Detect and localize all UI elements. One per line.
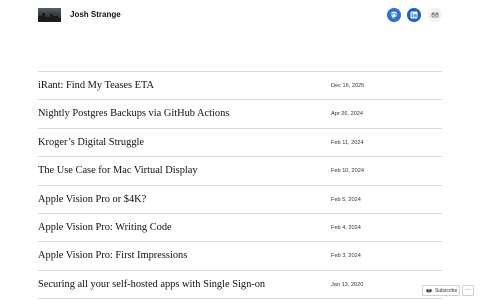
mail-link[interactable] xyxy=(428,8,442,22)
reader-icon xyxy=(426,289,432,293)
post-date: Jan 13, 2020 xyxy=(331,281,364,288)
post-title-link[interactable]: iRant: Find My Teases ETA xyxy=(38,79,154,93)
post-row: iRant: Find My Teases ETA Dec 16, 2025 xyxy=(38,72,442,101)
post-title-link[interactable]: Apple Vision Pro: First Impressions xyxy=(38,249,187,263)
post-date: Feb 3, 2024 xyxy=(331,253,361,260)
site-header: Josh Strange xyxy=(0,0,480,32)
more-options-button[interactable]: ··· xyxy=(462,285,474,296)
mastodon-link[interactable] xyxy=(387,8,401,22)
post-title-link[interactable]: Securing all your self-hosted apps with … xyxy=(38,278,265,292)
site-logo-image[interactable] xyxy=(38,8,61,22)
post-title-link[interactable]: The Use Case for Mac Virtual Display xyxy=(38,164,198,178)
post-row: The Use Case for Mac Virtual Display Feb… xyxy=(38,157,442,186)
post-row: Apple Vision Pro: Writing Code Feb 4, 20… xyxy=(38,214,442,243)
linkedin-link[interactable] xyxy=(407,8,421,22)
post-date: Dec 16, 2025 xyxy=(331,83,365,89)
post-title-link[interactable]: Kroger’s Digital Struggle xyxy=(38,136,144,150)
post-row: Nightly Postgres Backups via GitHub Acti… xyxy=(38,100,442,129)
subscribe-button[interactable]: Subscribe xyxy=(422,285,460,296)
post-date: Feb 11, 2024 xyxy=(331,139,364,146)
site-title[interactable]: Josh Strange xyxy=(70,9,121,21)
post-date: Feb 5, 2024 xyxy=(331,196,361,203)
post-date: Feb 10, 2024 xyxy=(331,168,364,175)
post-title-link[interactable]: Apple Vision Pro or $4K? xyxy=(38,193,146,207)
post-title-link[interactable]: Apple Vision Pro: Writing Code xyxy=(38,221,172,235)
mail-icon xyxy=(431,12,439,18)
post-title-link[interactable]: Nightly Postgres Backups via GitHub Acti… xyxy=(38,107,229,121)
post-date: Feb 4, 2024 xyxy=(331,224,361,231)
subscribe-label: Subscribe xyxy=(435,287,458,294)
post-list: iRant: Find My Teases ETA Dec 16, 2025 N… xyxy=(38,71,442,300)
mastodon-icon xyxy=(391,11,397,19)
post-row: Apple Vision Pro or $4K? Feb 5, 2024 xyxy=(38,186,442,214)
post-row: Securing all your self-hosted apps with … xyxy=(38,271,442,300)
post-row: Apple Vision Pro: First Impressions Feb … xyxy=(38,242,442,271)
linkedin-icon xyxy=(410,11,418,19)
post-date: Apr 26, 2024 xyxy=(331,111,364,118)
post-row: Kroger’s Digital Struggle Feb 11, 2024 xyxy=(38,129,442,158)
